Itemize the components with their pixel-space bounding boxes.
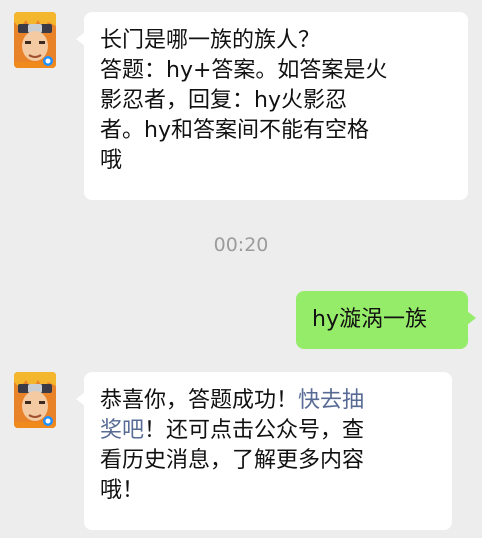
lottery-link[interactable]: 快去抽 [298,388,364,413]
naruto-avatar-icon[interactable] [14,372,56,428]
message-text-line: 答题：hy+答案。如答案是火 [100,58,388,83]
message-text-line: 恭喜你，答题成功！快去抽 [100,386,438,416]
message-text: 恭喜你，答题成功！ [100,388,299,413]
message-timestamp: 00:20 [213,234,269,256]
message-text-line: 看历史消息，了解更多内容 [100,448,365,473]
lottery-link[interactable]: 奖吧 [100,418,144,443]
message-text-line: 奖吧！还可点击公众号，查 [100,416,438,446]
message-text-line: 哦 [100,148,123,173]
message-bubble-result[interactable]: 恭喜你，答题成功！快去抽 奖吧！还可点击公众号，查 看历史消息，了解更多内容 哦… [76,372,452,530]
message-text: hy漩涡一族 [312,307,427,332]
message-bubble-question[interactable]: 长门是哪一族的族人？ 答题：hy+答案。如答案是火 影忍者，回复：hy火影忍 者… [76,12,468,200]
message-bubble-answer[interactable]: hy漩涡一族 [296,291,476,349]
message-text-line: 哦！ [100,478,145,503]
message-text: ！还可点击公众号，查 [144,418,365,443]
naruto-avatar-icon[interactable] [14,12,56,68]
message-text-line: 影忍者，回复：hy火影忍 [100,88,347,113]
message-text-line: 者。hy和答案间不能有空格 [100,118,369,143]
chat-window: 长门是哪一族的族人？ 答题：hy+答案。如答案是火 影忍者，回复：hy火影忍 者… [0,0,482,538]
message-text-line: 长门是哪一族的族人？ [100,28,321,53]
